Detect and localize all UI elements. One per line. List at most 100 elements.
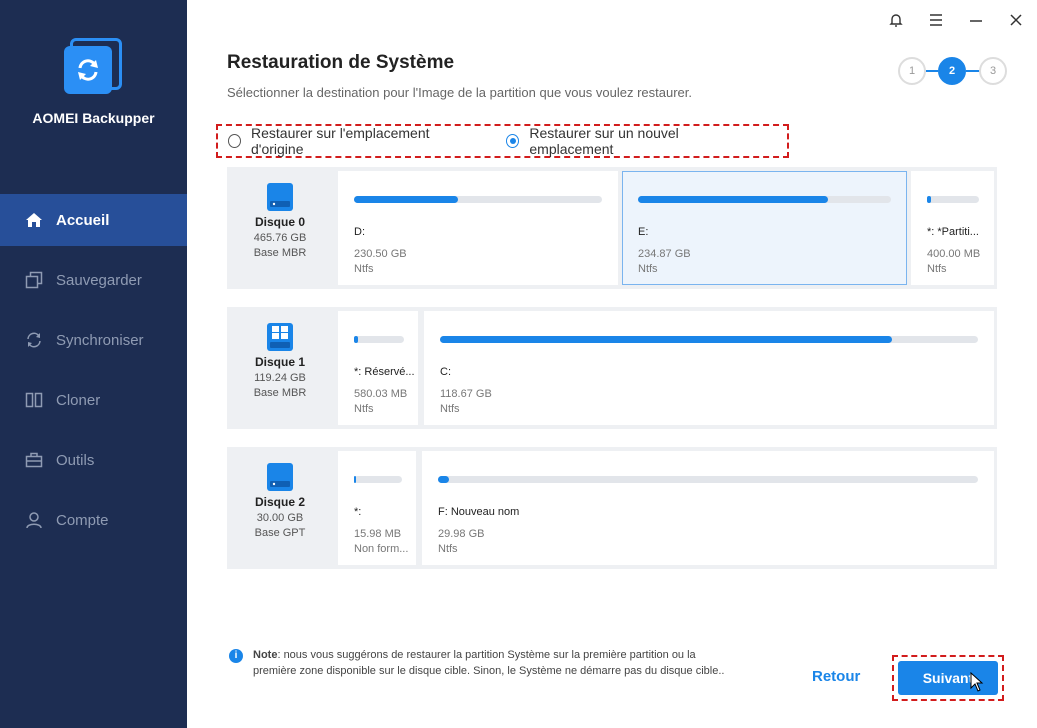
disk-size: 30.00 GB <box>256 512 304 524</box>
disk-type: Base GPT <box>254 527 306 539</box>
partition-filesystem: Ntfs <box>638 263 658 275</box>
partition-name: *: <box>354 506 362 518</box>
partition-c[interactable]: C: 118.67 GB Ntfs <box>424 311 994 425</box>
clone-icon <box>24 390 44 410</box>
disk-row-2: Disque 2 30.00 GB Base GPT *: 15.98 MB N… <box>227 447 997 569</box>
usage-bar <box>438 476 978 483</box>
disk-row-0: Disque 0 465.76 GB Base MBR D: 230.50 GB… <box>227 167 997 289</box>
step-connector <box>926 70 938 72</box>
partition-filesystem: Ntfs <box>354 403 374 415</box>
partition-d[interactable]: D: 230.50 GB Ntfs <box>338 171 618 285</box>
sidebar-item-sauvegarder[interactable]: Sauvegarder <box>0 254 187 306</box>
usage-bar-fill <box>354 196 459 203</box>
disk-type: Base MBR <box>253 387 307 399</box>
usage-bar-fill <box>438 476 449 483</box>
partition-size: 15.98 MB <box>354 528 402 540</box>
step-connector <box>966 70 980 72</box>
radio-unchecked-icon <box>228 134 241 148</box>
partition-name: *: *Partiti... <box>927 226 979 238</box>
step-1: 1 <box>898 57 926 85</box>
disk-info[interactable]: Disque 2 30.00 GB Base GPT <box>227 447 333 569</box>
partition-name: C: <box>440 366 451 378</box>
radio-original-location[interactable]: Restaurer sur l'emplacement d'origine <box>228 125 466 157</box>
minimize-icon[interactable] <box>966 10 986 30</box>
toolbox-icon <box>24 450 44 470</box>
sidebar-item-label: Synchroniser <box>56 331 144 349</box>
note-label: Note <box>253 649 278 661</box>
disk-name: Disque 1 <box>254 355 305 369</box>
usage-bar <box>354 336 404 343</box>
info-icon: i <box>229 649 243 663</box>
partition-name: *: Réservé... <box>354 366 415 378</box>
partition-filesystem: Non form... <box>354 543 409 555</box>
partition-name: D: <box>354 226 365 238</box>
usage-bar-fill <box>354 336 358 343</box>
usage-bar-fill <box>354 476 357 483</box>
partition-unformatted[interactable]: *: 15.98 MB Non form... <box>338 451 416 565</box>
disk-info[interactable]: Disque 1 119.24 GB Base MBR <box>227 307 333 429</box>
hard-drive-icon <box>266 181 294 213</box>
sidebar-item-label: Outils <box>56 451 95 469</box>
close-icon[interactable] <box>1006 10 1026 30</box>
radio-label: Restaurer sur un nouvel emplacement <box>529 125 679 157</box>
hard-drive-icon <box>266 461 294 493</box>
radio-label: Restaurer sur l'emplacement d'origine <box>251 125 430 157</box>
sync-icon <box>24 330 44 350</box>
sidebar-item-label: Accueil <box>56 211 110 229</box>
usage-bar-fill <box>927 196 932 203</box>
note-body: : nous vous suggérons de restaurer la pa… <box>253 649 725 677</box>
sidebar-item-accueil[interactable]: Accueil <box>0 194 187 246</box>
partition-filesystem: Ntfs <box>354 263 374 275</box>
partition-size: 29.98 GB <box>438 528 485 540</box>
note-box: i Note: nous vous suggérons de restaurer… <box>229 647 729 679</box>
menu-icon[interactable] <box>926 10 946 30</box>
partition-filesystem: Ntfs <box>438 543 458 555</box>
partition-e[interactable]: E: 234.87 GB Ntfs <box>622 171 907 285</box>
app-logo-icon <box>62 38 124 100</box>
partition-size: 580.03 MB <box>354 388 408 400</box>
sidebar-item-cloner[interactable]: Cloner <box>0 374 187 426</box>
step-2: 2 <box>938 57 966 85</box>
partition-f[interactable]: F: Nouveau nom 29.98 GB Ntfs <box>422 451 994 565</box>
usage-bar <box>927 196 979 203</box>
sidebar-item-outils[interactable]: Outils <box>0 434 187 486</box>
restore-location-options: Restaurer sur l'emplacement d'origine Re… <box>216 124 789 158</box>
sidebar-item-label: Cloner <box>56 391 101 409</box>
sidebar-item-compte[interactable]: Compte <box>0 494 187 546</box>
partition-size: 400.00 MB <box>927 248 981 260</box>
step-indicator: 1 2 3 <box>898 57 1008 85</box>
partition-filesystem: Ntfs <box>440 403 460 415</box>
disk-size: 119.24 GB <box>254 372 306 384</box>
partition-size: 234.87 GB <box>638 248 691 260</box>
partition-system-reserved[interactable]: *: *Partiti... 400.00 MB Ntfs <box>911 171 994 285</box>
partition-reserved[interactable]: *: Réservé... 580.03 MB Ntfs <box>338 311 418 425</box>
bell-icon[interactable] <box>886 10 906 30</box>
partition-size: 118.67 GB <box>440 388 492 400</box>
usage-bar <box>354 196 602 203</box>
radio-new-location[interactable]: Restaurer sur un nouvel emplacement <box>506 125 747 157</box>
usage-bar-fill <box>638 196 828 203</box>
page-subtitle: Sélectionner la destination pour l'Image… <box>227 85 692 100</box>
disk-size: 465.76 GB <box>253 232 307 244</box>
sidebar: AOMEI Backupper Accueil Sauvegarder Sync… <box>0 0 187 728</box>
back-button[interactable]: Retour <box>812 668 860 685</box>
backup-icon <box>24 270 44 290</box>
user-icon <box>24 510 44 530</box>
windows-drive-icon <box>266 321 294 353</box>
usage-bar <box>354 476 402 483</box>
usage-bar <box>638 196 891 203</box>
radio-checked-icon <box>506 134 520 148</box>
partition-name: F: Nouveau nom <box>438 506 520 518</box>
sidebar-item-label: Sauvegarder <box>56 271 142 289</box>
next-button-highlight: Suivant <box>892 655 1004 701</box>
partition-filesystem: Ntfs <box>927 263 947 275</box>
sidebar-nav: Accueil Sauvegarder Synchroniser Cloner … <box>0 194 187 554</box>
disk-type: Base MBR <box>253 247 307 259</box>
home-icon <box>24 210 44 230</box>
sidebar-item-synchroniser[interactable]: Synchroniser <box>0 314 187 366</box>
disk-info[interactable]: Disque 0 465.76 GB Base MBR <box>227 167 333 289</box>
disk-row-1: Disque 1 119.24 GB Base MBR *: Réservé..… <box>227 307 997 429</box>
page-title: Restauration de Système <box>227 52 455 73</box>
sidebar-item-label: Compte <box>56 511 109 529</box>
disk-name: Disque 2 <box>254 495 305 509</box>
